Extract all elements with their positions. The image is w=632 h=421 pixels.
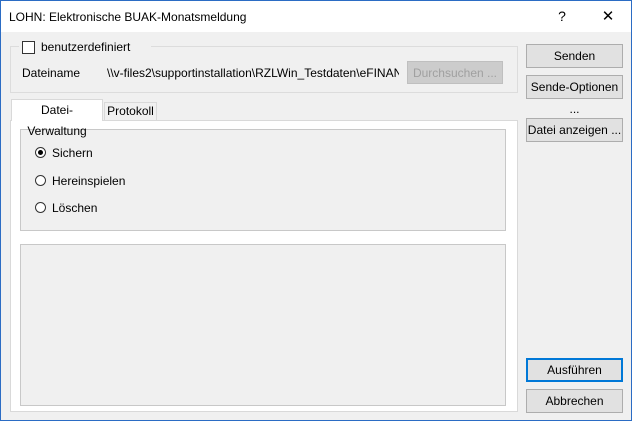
title-bar: LOHN: Elektronische BUAK-Monatsmeldung ?… [1, 1, 631, 32]
radio-hereinspielen[interactable] [35, 175, 46, 186]
log-area [20, 244, 506, 406]
help-button[interactable]: ? [539, 1, 585, 32]
browse-button[interactable]: Durchsuchen ... [407, 61, 503, 84]
cancel-button[interactable]: Abbrechen [526, 389, 623, 413]
send-options-button[interactable]: Sende-Optionen ... [526, 75, 623, 116]
filename-label: Dateiname [22, 66, 81, 80]
window-title: LOHN: Elektronische BUAK-Monatsmeldung [9, 10, 247, 24]
option-label-loeschen: Löschen [52, 201, 98, 215]
tab-protokoll[interactable]: Protokoll [104, 102, 157, 120]
option-label-sichern: Sichern [52, 146, 93, 160]
radio-loeschen[interactable] [35, 202, 46, 213]
close-button[interactable]: ✕ [585, 1, 631, 32]
show-file-button[interactable]: Datei anzeigen ... [526, 118, 623, 142]
filename-value: \\v-files2\supportinstallation\RZLWin_Te… [107, 66, 399, 80]
custom-checkbox-label: benutzerdefiniert [41, 40, 131, 54]
send-button[interactable]: Senden [526, 44, 623, 68]
groupbox-legend: benutzerdefiniert [19, 39, 151, 55]
execute-button[interactable]: Ausführen [526, 358, 623, 382]
option-label-hereinspielen: Hereinspielen [52, 174, 126, 188]
radio-sichern[interactable] [35, 147, 46, 158]
custom-checkbox[interactable] [22, 41, 35, 54]
tab-datei-verwaltung[interactable]: Datei-Verwaltung [11, 99, 103, 138]
dialog-window: LOHN: Elektronische BUAK-Monatsmeldung ?… [0, 0, 632, 421]
